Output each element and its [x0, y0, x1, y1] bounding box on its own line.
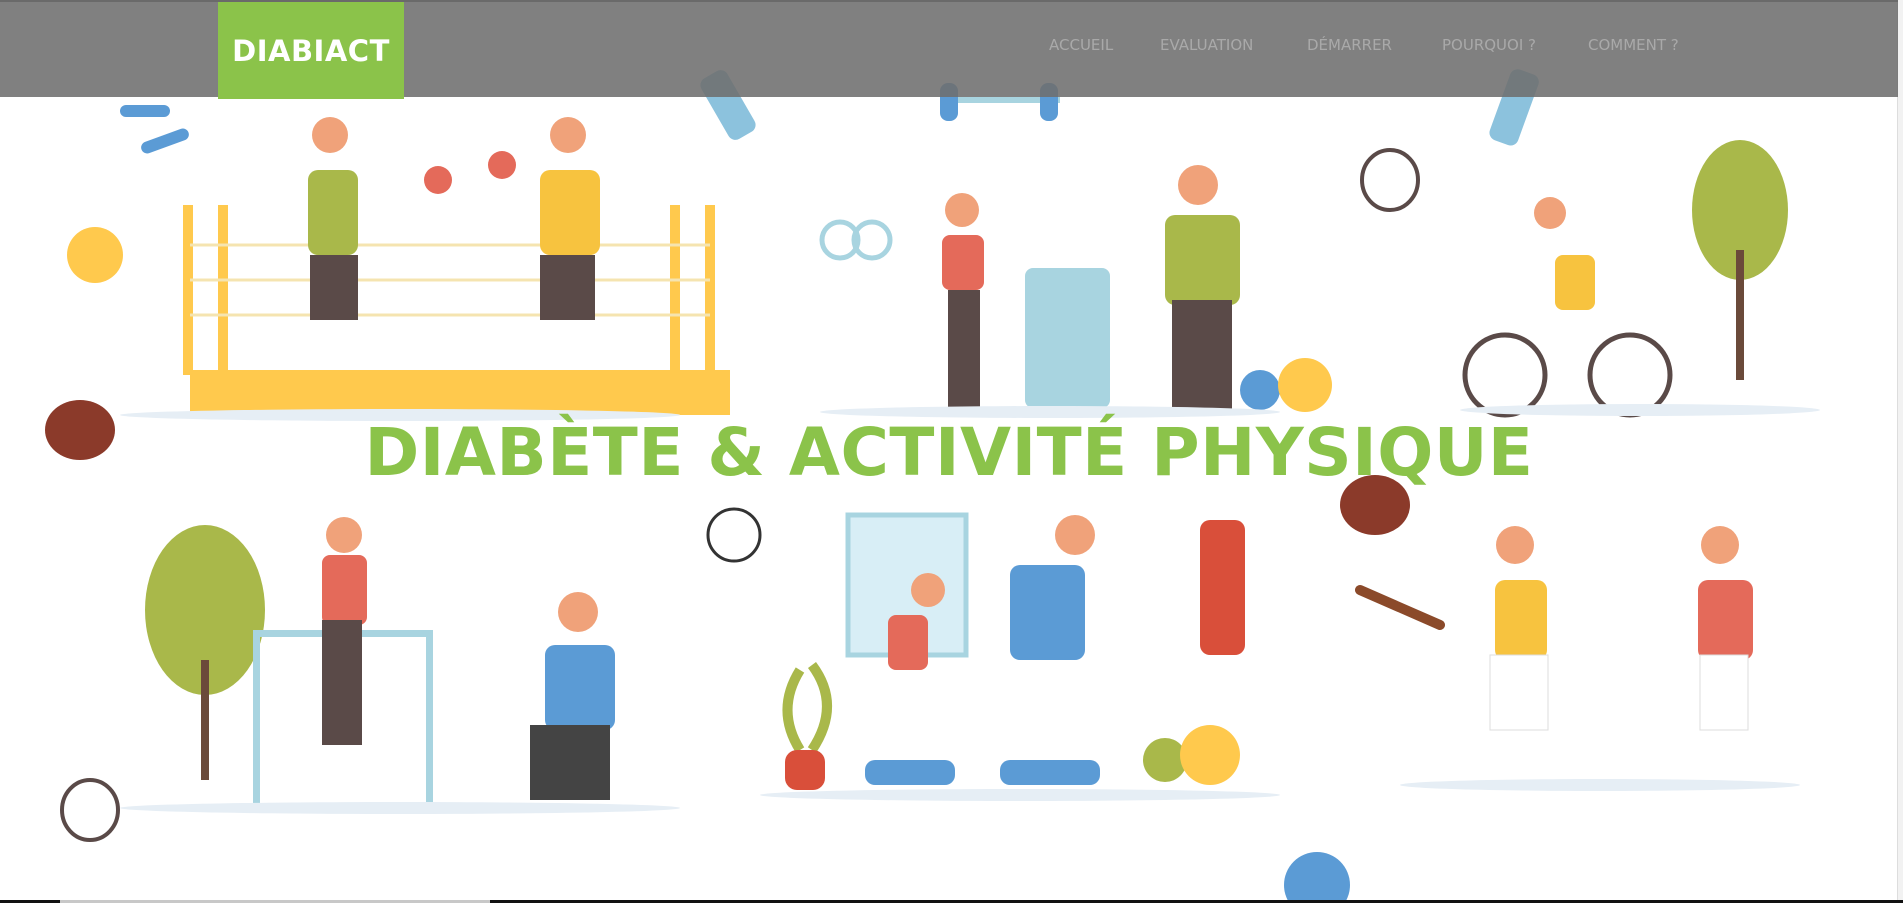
nav-demarrer[interactable]: DÉMARRER — [1307, 36, 1392, 54]
nav-pourquoi[interactable]: POURQUOI ? — [1442, 36, 1536, 54]
hero-title: DIABÈTE & ACTIVITÉ PHYSIQUE — [364, 414, 1534, 491]
nav-comment[interactable]: COMMENT ? — [1588, 36, 1679, 54]
nav-accueil[interactable]: ACCUEIL — [1049, 36, 1113, 54]
brand-logo[interactable]: DIABIACT — [218, 2, 404, 99]
nav-evaluation[interactable]: EVALUATION — [1160, 36, 1253, 54]
hero-banner: DIABÈTE & ACTIVITÉ PHYSIQUE — [0, 0, 1898, 901]
navbar: DIABIACT ACCUEIL EVALUATION DÉMARRER POU… — [0, 0, 1898, 99]
